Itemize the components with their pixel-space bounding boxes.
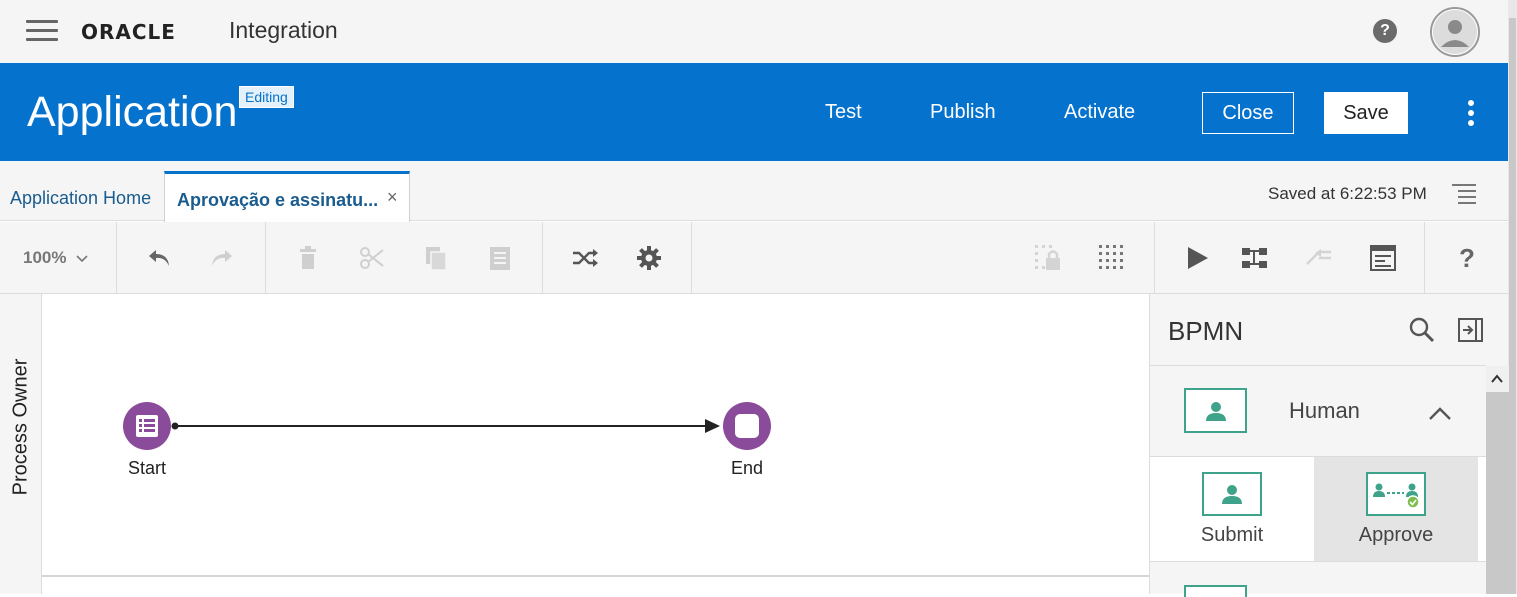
list-menu-icon[interactable] bbox=[1452, 184, 1476, 204]
grid-icon[interactable] bbox=[1098, 244, 1126, 272]
start-event-label: Start bbox=[127, 458, 167, 478]
tab-label: Aprovação e assinatu... bbox=[177, 190, 379, 210]
hamburger-menu-icon[interactable] bbox=[26, 20, 58, 42]
tab-application-home[interactable]: Application Home bbox=[10, 188, 151, 209]
lock-grid-icon[interactable] bbox=[1034, 244, 1062, 272]
publish-link[interactable]: Publish bbox=[930, 101, 996, 124]
end-event-label: End bbox=[730, 458, 764, 478]
zoom-select[interactable]: 100% bbox=[23, 248, 88, 268]
top-bar: ORACLE Integration ? bbox=[0, 0, 1508, 63]
editor-toolbar: 100% ? bbox=[0, 222, 1508, 294]
copy-icon[interactable] bbox=[422, 244, 450, 272]
close-tab-icon[interactable]: × bbox=[387, 187, 398, 208]
chevron-up-icon[interactable] bbox=[1428, 405, 1452, 421]
test-link[interactable]: Test bbox=[825, 101, 862, 124]
shuffle-icon[interactable] bbox=[571, 244, 599, 272]
oracle-logo: ORACLE bbox=[81, 20, 176, 44]
page-title: Application bbox=[27, 88, 238, 136]
palette-items: Submit Approve bbox=[1150, 456, 1486, 562]
zoom-value: 100% bbox=[23, 248, 67, 267]
palette-item-submit[interactable]: Submit bbox=[1150, 457, 1314, 561]
palette-item-approve[interactable]: Approve bbox=[1314, 457, 1478, 561]
delete-icon[interactable] bbox=[294, 244, 322, 272]
process-canvas[interactable]: Process Owner Start End bbox=[0, 294, 1149, 594]
toolbar-divider bbox=[116, 222, 117, 294]
product-name: Integration bbox=[229, 17, 338, 43]
collapse-panel-icon[interactable] bbox=[1458, 317, 1484, 343]
user-avatar-icon[interactable] bbox=[1430, 7, 1480, 57]
toolbar-divider bbox=[1424, 222, 1425, 294]
chevron-down-icon bbox=[76, 254, 88, 262]
toolbar-divider bbox=[265, 222, 266, 294]
undo-icon[interactable] bbox=[145, 244, 173, 272]
scroll-up-icon[interactable] bbox=[1490, 372, 1504, 386]
palette-scrollbar-thumb[interactable] bbox=[1486, 392, 1509, 594]
help-question-icon[interactable]: ? bbox=[1453, 243, 1481, 273]
tab-process-active[interactable]: Aprovação e assinatu... × bbox=[164, 171, 410, 222]
flow-arrowhead bbox=[705, 419, 720, 433]
person-icon bbox=[1184, 388, 1247, 433]
palette-title: BPMN bbox=[1168, 316, 1244, 346]
approve-icon bbox=[1366, 472, 1426, 516]
palette-item-label: Submit bbox=[1200, 524, 1264, 546]
form-icon[interactable] bbox=[1369, 244, 1397, 272]
saved-status: Saved at 6:22:53 PM bbox=[1268, 184, 1427, 203]
search-icon[interactable] bbox=[1408, 316, 1436, 344]
more-options-icon[interactable] bbox=[1464, 100, 1478, 126]
status-badge: Editing bbox=[239, 86, 294, 108]
play-icon[interactable] bbox=[1183, 244, 1211, 272]
category-label: Human bbox=[1289, 398, 1360, 423]
toolbar-divider bbox=[1154, 222, 1155, 294]
bpmn-palette: BPMN Human Submit Approve bbox=[1149, 294, 1509, 597]
palette-item-partial-icon bbox=[1184, 585, 1247, 597]
flow-start-dot bbox=[171, 422, 179, 430]
paste-icon[interactable] bbox=[486, 244, 514, 272]
window-scrollbar-thumb[interactable] bbox=[1509, 18, 1516, 594]
save-button[interactable]: Save bbox=[1324, 92, 1408, 134]
application-header: Application Editing Test Publish Activat… bbox=[0, 63, 1508, 161]
person-icon bbox=[1202, 472, 1262, 516]
flow-icon[interactable] bbox=[1241, 244, 1269, 272]
swimlane-divider bbox=[42, 575, 1149, 577]
redo-icon[interactable] bbox=[208, 244, 236, 272]
category-human[interactable]: Human bbox=[1150, 366, 1486, 456]
help-icon[interactable]: ? bbox=[1373, 19, 1397, 43]
toolbar-divider bbox=[542, 222, 543, 294]
tab-bar: Application Home Aprovação e assinatu...… bbox=[0, 161, 1508, 222]
close-button[interactable]: Close bbox=[1202, 92, 1294, 134]
activate-link[interactable]: Activate bbox=[1064, 101, 1135, 124]
end-event[interactable] bbox=[723, 402, 771, 450]
start-event[interactable] bbox=[123, 402, 171, 450]
cut-icon[interactable] bbox=[358, 244, 386, 272]
merge-icon[interactable] bbox=[1305, 244, 1333, 272]
toolbar-divider bbox=[691, 222, 692, 294]
window-scrollbar[interactable] bbox=[1508, 0, 1517, 594]
palette-scrollbar[interactable] bbox=[1486, 366, 1509, 594]
swimlane-header-next bbox=[0, 576, 42, 594]
palette-item-label: Approve bbox=[1358, 524, 1434, 546]
gear-icon[interactable] bbox=[635, 244, 663, 272]
process-diagram bbox=[123, 402, 771, 450]
